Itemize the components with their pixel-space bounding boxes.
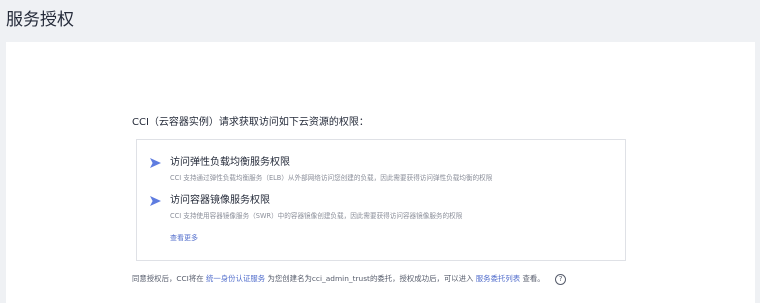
view-more-link[interactable]: 查看更多 (170, 233, 198, 243)
notice-text: 同意授权后，CCI将在 (132, 274, 204, 283)
agency-list-link[interactable]: 服务委托列表 (476, 274, 520, 283)
permission-description: CCI 支持使用容器镜像服务（SWR）中的容器镜像创建负载，因此需要获得访问容器… (170, 212, 463, 220)
notice-text: 查看。 (522, 274, 545, 283)
request-text: CCI（云容器实例）请求获取访问如下云资源的权限： (132, 117, 369, 128)
agreement-notice: 同意授权后，CCI将在 统一身份认证服务 为您创建名为cci_admin_tru… (132, 273, 567, 285)
page-title: 服务授权 (6, 10, 74, 30)
arrow-right-icon (150, 158, 161, 168)
permission-list: 访问弹性负载均衡服务权限 CCI 支持通过弹性负载均衡服务（ELB）从外部网络访… (136, 139, 626, 261)
question-circle-icon[interactable]: ? (555, 273, 567, 285)
permission-title: 访问弹性负载均衡服务权限 (170, 157, 290, 168)
arrow-right-icon (150, 196, 161, 206)
permission-title: 访问容器镜像服务权限 (170, 195, 270, 206)
permission-description: CCI 支持通过弹性负载均衡服务（ELB）从外部网络访问您创建的负载，因此需要获… (170, 174, 493, 182)
notice-text: 为您创建名为cci_admin_trust的委托，授权成功后，可以进入 (267, 274, 474, 283)
iam-service-link[interactable]: 统一身份认证服务 (206, 274, 265, 283)
